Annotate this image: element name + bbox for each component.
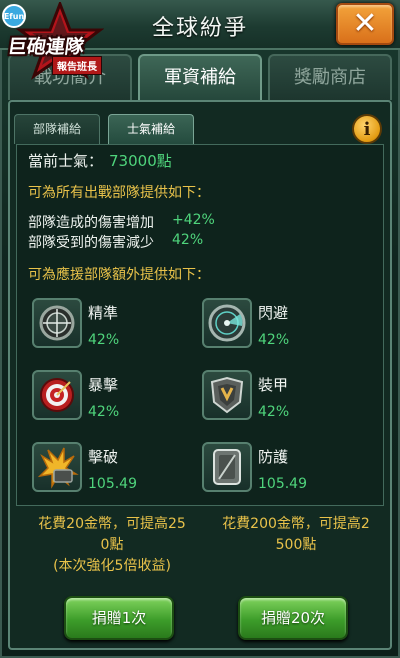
current-morale: 當前士氣： 73000點 [28,150,172,171]
cost-text-twenty: 花費200金幣，可提高2 500點 [206,514,386,556]
info-icon: i [363,118,371,140]
tab-reward-shop[interactable]: 獎勵商店 [268,54,392,100]
game-logo: Efun 巨砲連隊 報告班長 [0,2,120,80]
stat-value-armor: 42% [258,404,290,420]
stat-value-evasion: 42% [258,332,290,348]
stat-name-evasion: 閃避 [258,304,289,322]
scope-icon [32,298,82,348]
cost-text-single: 花費20金幣，可提高25 0點 (本次強化5倍收益) [22,514,202,577]
subtab-troop-supply[interactable]: 部隊補給 [14,114,100,144]
explosion-icon [32,442,82,492]
damage-dealt-value: +42% [172,212,215,228]
info-button[interactable]: i [352,114,382,144]
tab-supply[interactable]: 軍資補給 [138,54,262,102]
cost-single-bonus: (本次強化5倍收益) [53,558,171,574]
cost-twenty-line2: 500點 [275,537,317,553]
stat-value-protection: 105.49 [258,476,307,492]
stat-value-breakthrough: 105.49 [88,476,137,492]
damage-taken-label: 部隊受到的傷害減少 [28,235,154,251]
close-button[interactable]: ✕ [336,3,394,45]
shield-icon [202,442,252,492]
stat-name-protection: 防護 [258,448,289,466]
donate-once-button[interactable]: 捐贈1次 [64,596,174,640]
subtab-morale-supply[interactable]: 士氣補給 [108,114,194,144]
cost-single-line1: 花費20金幣，可提高25 [38,516,186,532]
efun-badge: Efun [2,4,26,28]
target-icon [32,370,82,420]
stat-value-accuracy: 42% [88,332,120,348]
morale-label: 當前士氣： [28,152,104,170]
cost-twenty-line1: 花費200金幣，可提高2 [222,516,370,532]
stat-name-critical: 暴擊 [88,376,119,394]
radar-icon [202,298,252,348]
section-support-heading: 可為應援部隊額外提供如下： [28,267,210,283]
damage-dealt-label: 部隊造成的傷害增加 [28,215,154,231]
donate-twenty-button[interactable]: 捐贈20次 [238,596,348,640]
close-icon: ✕ [352,6,378,41]
damage-taken-value: 42% [172,232,204,248]
stat-name-breakthrough: 擊破 [88,448,119,466]
logo-subtitle: 報告班長 [52,56,102,75]
logo-title: 巨砲連隊 [6,36,86,58]
stat-value-critical: 42% [88,404,120,420]
morale-value: 73000點 [109,152,172,170]
section-all-troops-heading: 可為所有出戰部隊提供如下： [28,185,210,201]
stat-name-accuracy: 精準 [88,304,119,322]
stat-name-armor: 裝甲 [258,376,289,394]
cost-single-line2: 0點 [100,537,124,553]
armor-icon [202,370,252,420]
